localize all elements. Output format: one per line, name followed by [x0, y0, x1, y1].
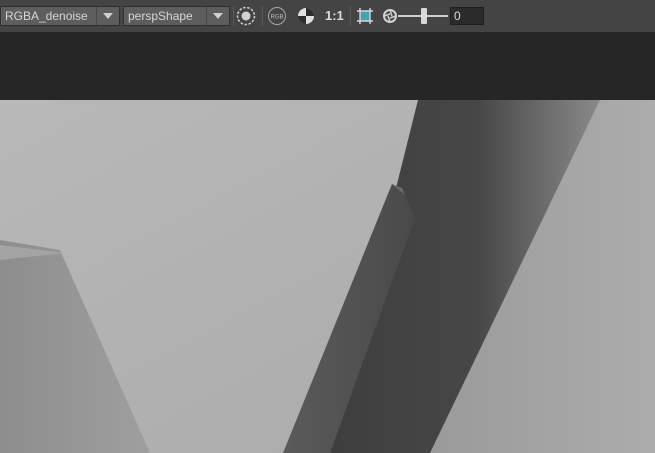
- channel-select[interactable]: RGBA_denoise: [0, 6, 120, 26]
- toolbar-separator: [262, 6, 263, 26]
- render-viewport[interactable]: [0, 100, 655, 453]
- toolbar-separator: [233, 6, 234, 26]
- exposure-field[interactable]: 0: [450, 7, 484, 25]
- render-info-strip: [0, 32, 655, 100]
- region-icon[interactable]: [355, 6, 375, 26]
- toolbar-separator: [350, 6, 351, 26]
- snapshot-icon[interactable]: [236, 6, 256, 26]
- chevron-down-icon[interactable]: [96, 7, 119, 25]
- exposure-slider-handle[interactable]: [421, 8, 427, 24]
- render-view-toolbar: RGBA_denoise perspShape RGB 1:1 0: [0, 0, 655, 33]
- checker-icon[interactable]: [296, 6, 316, 26]
- rgb-icon[interactable]: RGB: [267, 6, 287, 26]
- render-image: [0, 100, 655, 453]
- channel-select-value: RGBA_denoise: [5, 9, 88, 23]
- aperture-icon[interactable]: [380, 6, 400, 26]
- camera-select-value: perspShape: [128, 9, 193, 23]
- svg-text:RGB: RGB: [270, 15, 283, 21]
- pixel-ratio-label[interactable]: 1:1: [325, 7, 344, 25]
- chevron-down-icon[interactable]: [206, 7, 229, 25]
- camera-select[interactable]: perspShape: [123, 6, 230, 26]
